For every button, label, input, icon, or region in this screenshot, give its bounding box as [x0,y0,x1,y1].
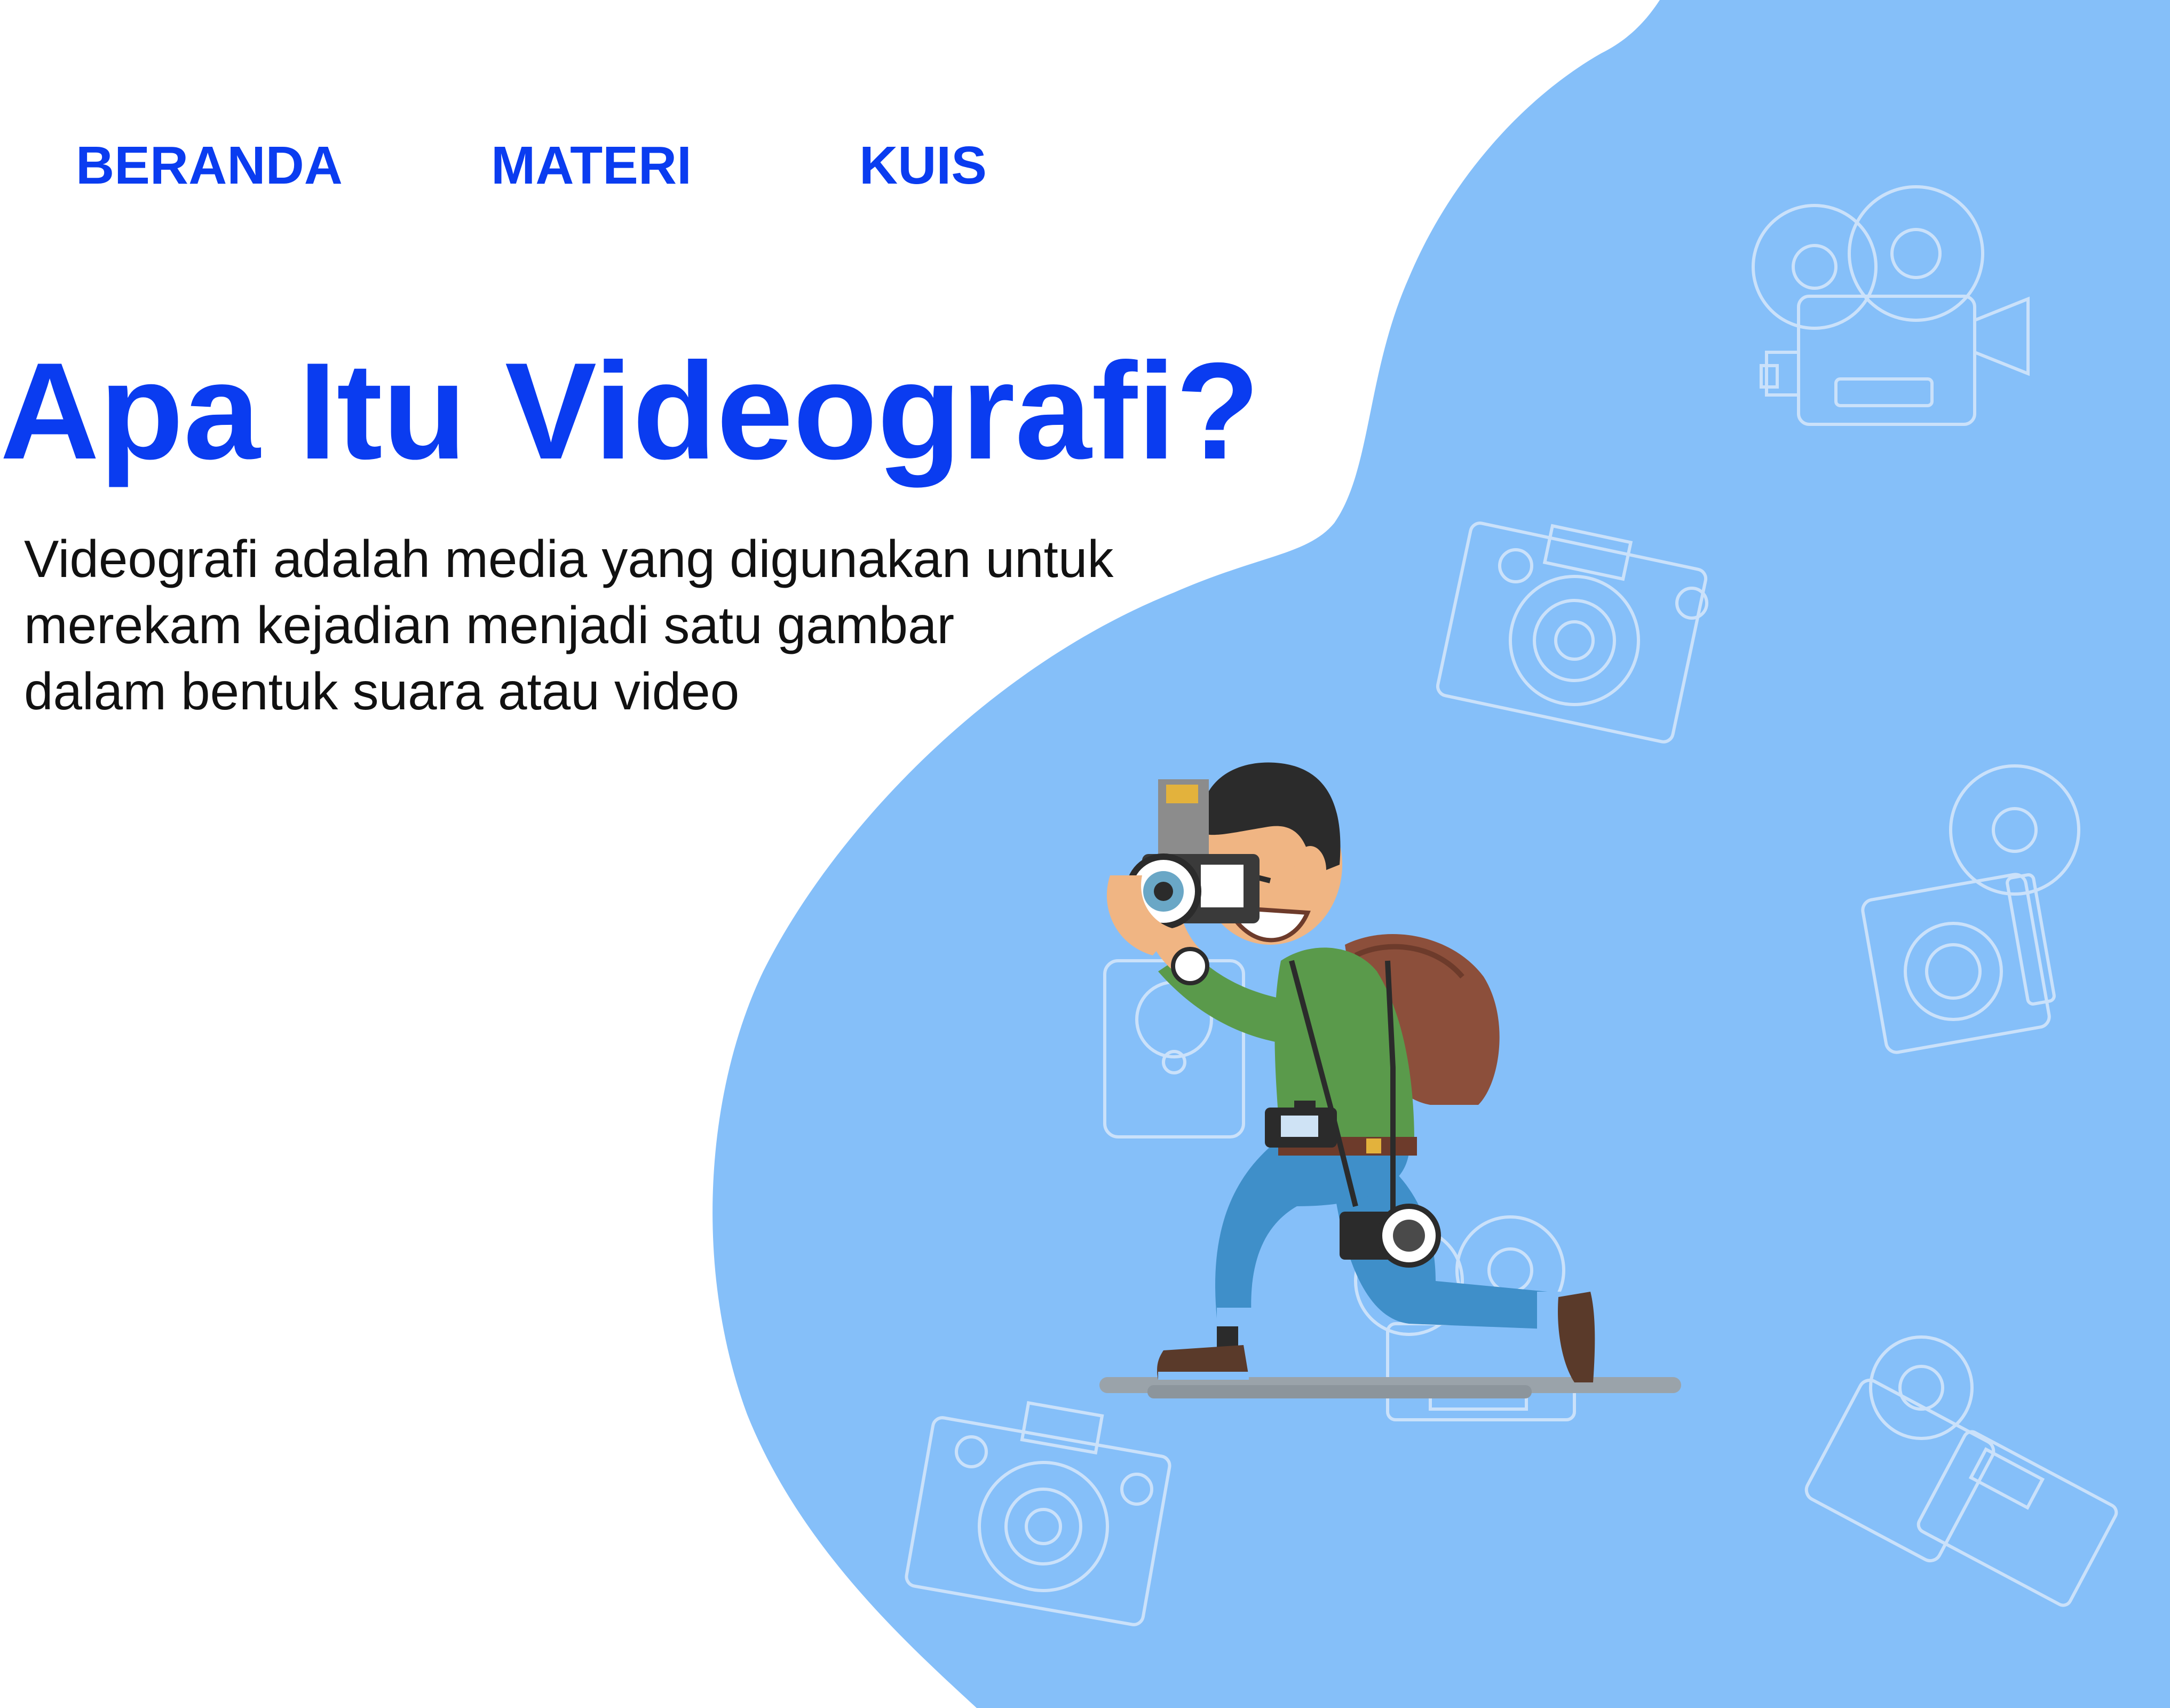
page: BERANDA MATERI KUIS Apa Itu Videografi? … [0,0,2170,1708]
nav-link-kuis[interactable]: KUIS [859,133,987,197]
page-title: Apa Itu Videografi? [0,334,1260,488]
description-line-2: merekam kejadian menjadi satu gambar [24,596,955,654]
hero-description: Videografi adalah media yang digunakan u… [24,526,1252,724]
description-line-3: dalam bentuk suara atau video [24,662,740,721]
back-shoe [1558,1292,1595,1382]
nav-link-beranda[interactable]: BERANDA [76,133,343,197]
description-line-1: Videografi adalah media yang digunakan u… [24,529,1114,588]
hanging-camera-2 [1340,1204,1441,1268]
hanging-camera-1 [1265,1101,1337,1148]
watch [1171,947,1209,985]
photographer-illustration [1099,762,1681,1398]
nav-link-materi[interactable]: MATERI [491,133,692,197]
